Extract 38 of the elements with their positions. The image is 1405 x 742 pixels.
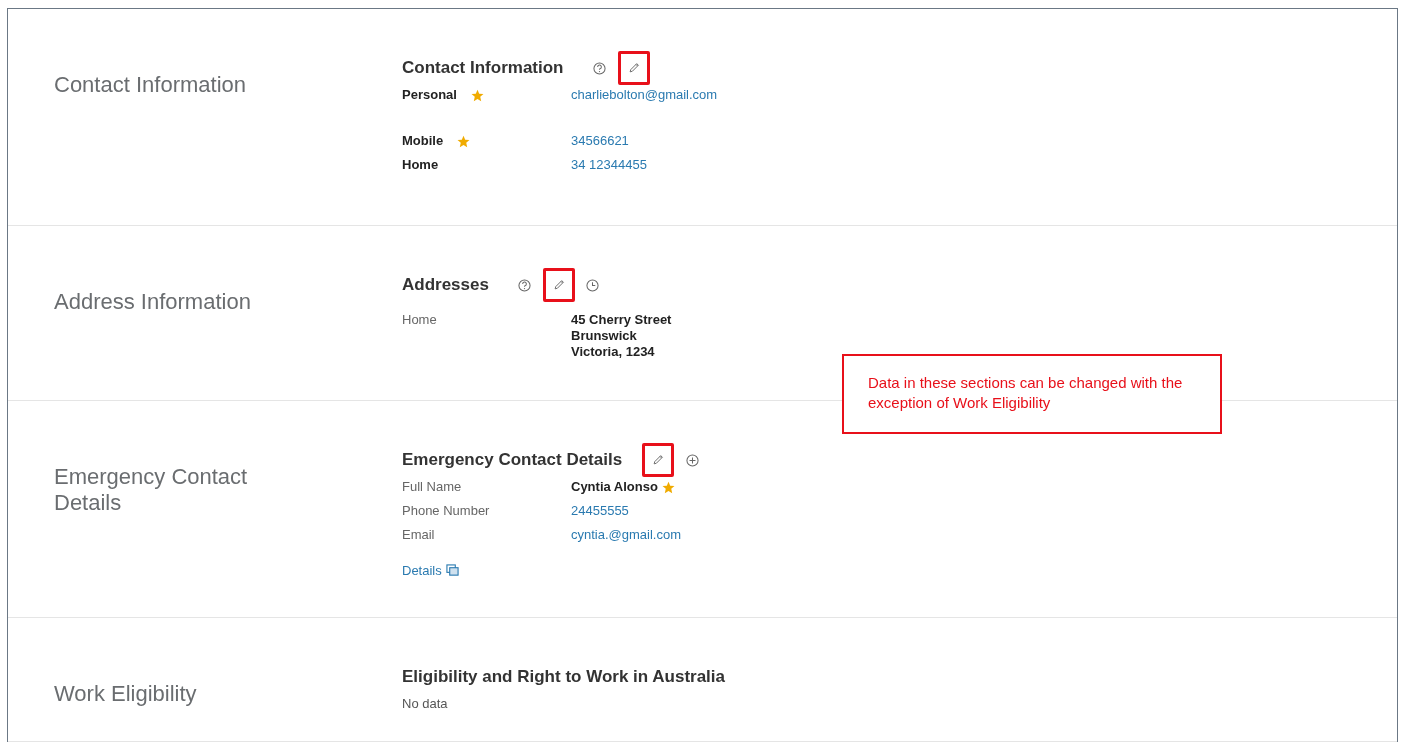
field-value: 45 Cherry Street (571, 312, 672, 328)
empty-message: No data (402, 696, 449, 711)
field-label: Phone Number (402, 503, 490, 519)
window-icon (445, 564, 459, 577)
section-heading: Addresses (402, 275, 489, 295)
section-title: Work Eligibility (54, 681, 197, 707)
value-link[interactable]: 34566621 (571, 133, 629, 149)
section-title: Contact Information (54, 72, 246, 98)
pencil-icon (552, 279, 565, 291)
pencil-icon (652, 454, 665, 466)
edit-button[interactable] (642, 443, 675, 477)
field-label: Personal (402, 87, 457, 103)
value-link[interactable]: charliebolton@gmail.com (571, 87, 718, 103)
field-value: Cyntia Alonso (571, 479, 658, 495)
clock-icon (586, 278, 600, 292)
field-label: Email (402, 527, 435, 543)
value-link[interactable]: cyntia.@gmail.com (571, 527, 681, 543)
value-link[interactable]: 34 12344455 (571, 157, 647, 173)
callout-text: Data in these sections can be changed with the exception of Work Eligibility (868, 373, 1184, 413)
section-heading: Eligibility and Right to Work in Australia (402, 667, 726, 687)
section-title: Address Information (54, 289, 251, 315)
pencil-icon (627, 62, 640, 74)
section-title: Emergency Contact Details (54, 464, 249, 516)
field-label: Mobile (402, 133, 444, 149)
details-link[interactable]: Details (402, 563, 459, 578)
plus-icon (685, 453, 699, 467)
help-icon (593, 61, 606, 75)
section-heading: Contact Information (402, 58, 564, 78)
field-label: Full Name (402, 479, 462, 495)
field-label: Home (402, 157, 439, 173)
edit-button[interactable] (617, 51, 650, 85)
section-heading: Emergency Contact Details (402, 450, 623, 470)
value-link[interactable]: 24455555 (571, 503, 629, 519)
field-label: Home (402, 312, 437, 328)
field-value: Brunswick (571, 328, 637, 344)
help-icon (518, 278, 532, 292)
edit-button[interactable] (542, 268, 575, 302)
field-value: Victoria, 1234 (571, 344, 655, 360)
